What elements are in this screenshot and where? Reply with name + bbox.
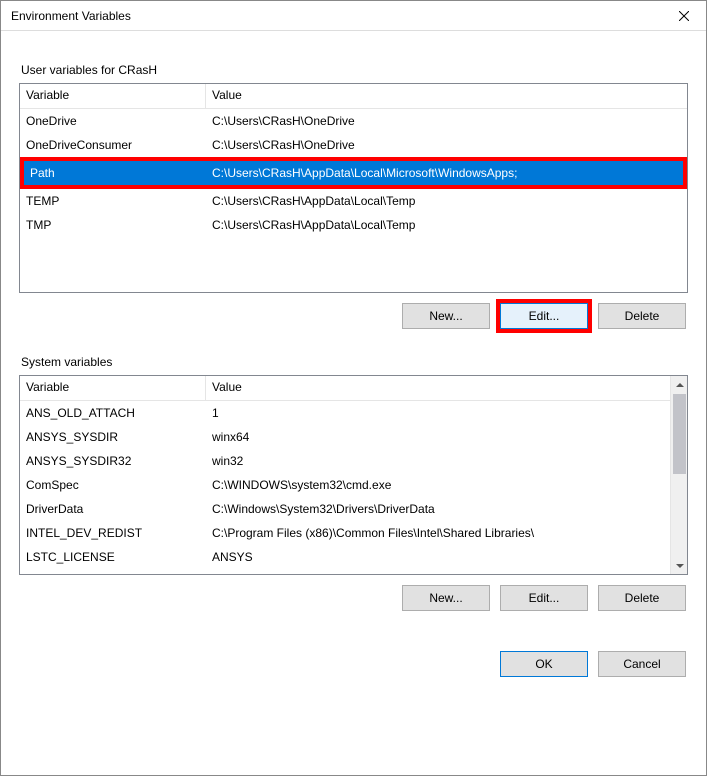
header-value[interactable]: Value bbox=[206, 84, 687, 108]
system-vars-header: Variable Value bbox=[20, 376, 687, 401]
cell-variable: TEMP bbox=[20, 190, 206, 212]
cell-value: C:\Users\CRasH\AppData\Local\Temp bbox=[206, 214, 687, 236]
header-variable[interactable]: Variable bbox=[20, 376, 206, 400]
table-row[interactable]: ANSYS_SYSDIR winx64 bbox=[20, 425, 670, 449]
cell-variable: Path bbox=[24, 162, 206, 184]
scroll-up-icon[interactable] bbox=[671, 376, 688, 393]
user-vars-buttons: New... Edit... Delete bbox=[19, 303, 688, 329]
user-vars-label: User variables for CRasH bbox=[19, 63, 688, 77]
highlight-path-row: Path C:\Users\CRasH\AppData\Local\Micros… bbox=[20, 157, 687, 189]
system-vars-listbox[interactable]: Variable Value ANS_OLD_ATTACH 1 ANSYS_SY… bbox=[19, 375, 688, 575]
titlebar: Environment Variables bbox=[1, 1, 706, 31]
table-row[interactable]: OneDriveConsumer C:\Users\CRasH\OneDrive bbox=[20, 133, 687, 157]
table-row-selected[interactable]: Path C:\Users\CRasH\AppData\Local\Micros… bbox=[24, 161, 683, 185]
scroll-thumb[interactable] bbox=[673, 394, 686, 474]
cell-value: C:\WINDOWS\system32\cmd.exe bbox=[206, 474, 670, 496]
cell-value: C:\Users\CRasH\AppData\Local\Microsoft\W… bbox=[206, 162, 683, 184]
header-variable[interactable]: Variable bbox=[20, 84, 206, 108]
table-row[interactable]: ANS_OLD_ATTACH 1 bbox=[20, 401, 670, 425]
cell-variable: ANSYS_SYSDIR32 bbox=[20, 450, 206, 472]
cell-variable: INTEL_DEV_REDIST bbox=[20, 522, 206, 544]
table-row[interactable]: LSTC_LICENSE ANSYS bbox=[20, 545, 670, 569]
user-delete-button[interactable]: Delete bbox=[598, 303, 686, 329]
table-row[interactable]: DriverData C:\Windows\System32\Drivers\D… bbox=[20, 497, 670, 521]
system-new-button[interactable]: New... bbox=[402, 585, 490, 611]
user-vars-listbox[interactable]: Variable Value OneDrive C:\Users\CRasH\O… bbox=[19, 83, 688, 293]
user-vars-body: OneDrive C:\Users\CRasH\OneDrive OneDriv… bbox=[20, 109, 687, 292]
cell-variable: LSTC_LICENSE bbox=[20, 546, 206, 568]
cell-value: C:\Windows\System32\Drivers\DriverData bbox=[206, 498, 670, 520]
user-edit-button[interactable]: Edit... bbox=[500, 303, 588, 329]
system-scrollbar[interactable] bbox=[670, 376, 687, 574]
cell-variable: TMP bbox=[20, 214, 206, 236]
dialog-content: User variables for CRasH Variable Value … bbox=[1, 31, 706, 687]
scroll-down-icon[interactable] bbox=[671, 557, 688, 574]
system-vars-label: System variables bbox=[19, 355, 688, 369]
cell-value: C:\Users\CRasH\OneDrive bbox=[206, 134, 687, 156]
table-row[interactable]: INTEL_DEV_REDIST C:\Program Files (x86)\… bbox=[20, 521, 670, 545]
cell-variable: OneDrive bbox=[20, 110, 206, 132]
table-row[interactable]: ComSpec C:\WINDOWS\system32\cmd.exe bbox=[20, 473, 670, 497]
table-row[interactable]: ANSYS_SYSDIR32 win32 bbox=[20, 449, 670, 473]
header-value[interactable]: Value bbox=[206, 376, 687, 400]
cell-value: C:\Program Files (x86)\Common Files\Inte… bbox=[206, 522, 670, 544]
close-icon bbox=[679, 11, 689, 21]
ok-button[interactable]: OK bbox=[500, 651, 588, 677]
user-vars-header: Variable Value bbox=[20, 84, 687, 109]
table-row[interactable]: OneDrive C:\Users\CRasH\OneDrive bbox=[20, 109, 687, 133]
table-row[interactable]: MIC_LD_LIBRARY_PATH %INTEL_DEV_REDIST%co… bbox=[20, 569, 670, 574]
close-button[interactable] bbox=[661, 1, 706, 31]
cell-variable: ANS_OLD_ATTACH bbox=[20, 402, 206, 424]
table-row[interactable]: TEMP C:\Users\CRasH\AppData\Local\Temp bbox=[20, 189, 687, 213]
cell-value: %INTEL_DEV_REDIST%compiler\lib\mic bbox=[206, 570, 670, 574]
cell-value: 1 bbox=[206, 402, 670, 424]
system-delete-button[interactable]: Delete bbox=[598, 585, 686, 611]
cell-variable: OneDriveConsumer bbox=[20, 134, 206, 156]
cell-value: C:\Users\CRasH\OneDrive bbox=[206, 110, 687, 132]
cell-variable: ComSpec bbox=[20, 474, 206, 496]
cell-value: winx64 bbox=[206, 426, 670, 448]
titlebar-title: Environment Variables bbox=[11, 9, 661, 23]
system-edit-button[interactable]: Edit... bbox=[500, 585, 588, 611]
cell-value: C:\Users\CRasH\AppData\Local\Temp bbox=[206, 190, 687, 212]
cell-variable: MIC_LD_LIBRARY_PATH bbox=[20, 570, 206, 574]
system-vars-body: ANS_OLD_ATTACH 1 ANSYS_SYSDIR winx64 ANS… bbox=[20, 401, 670, 574]
cancel-button[interactable]: Cancel bbox=[598, 651, 686, 677]
cell-value: ANSYS bbox=[206, 546, 670, 568]
cell-variable: ANSYS_SYSDIR bbox=[20, 426, 206, 448]
system-vars-buttons: New... Edit... Delete bbox=[19, 585, 688, 611]
cell-value: win32 bbox=[206, 450, 670, 472]
user-new-button[interactable]: New... bbox=[402, 303, 490, 329]
cell-variable: DriverData bbox=[20, 498, 206, 520]
table-row[interactable]: TMP C:\Users\CRasH\AppData\Local\Temp bbox=[20, 213, 687, 237]
dialog-footer-buttons: OK Cancel bbox=[19, 651, 688, 677]
